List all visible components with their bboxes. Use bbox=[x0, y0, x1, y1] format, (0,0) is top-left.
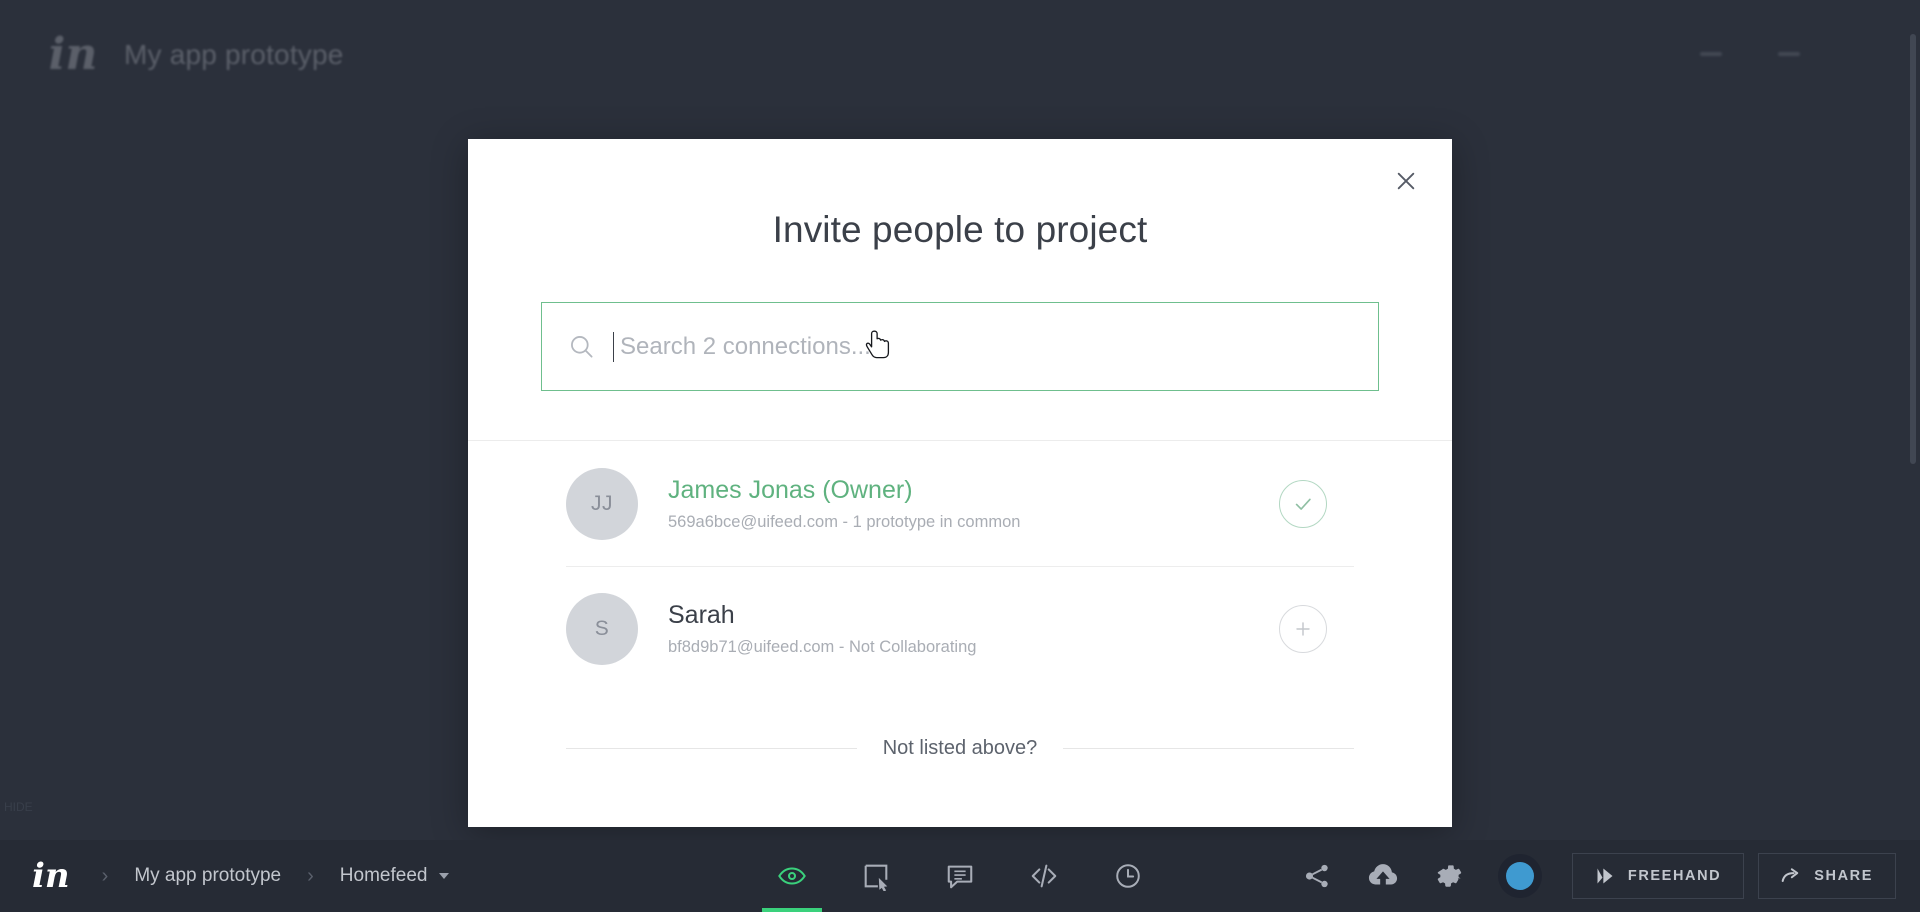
share-button[interactable]: SHARE bbox=[1758, 853, 1896, 899]
list-item[interactable]: JJ James Jonas (Owner) 569a6bce@uifeed.c… bbox=[566, 441, 1354, 566]
avatar: JJ bbox=[566, 467, 638, 540]
background-project-title: My app prototype bbox=[124, 39, 344, 70]
background-logo-icon: in bbox=[48, 29, 98, 80]
connections-list: JJ James Jonas (Owner) 569a6bce@uifeed.c… bbox=[468, 441, 1452, 691]
hotspot-icon[interactable] bbox=[834, 840, 918, 912]
invite-people-modal: Invite people to project JJ James Jonas … bbox=[468, 139, 1452, 827]
invision-logo-icon[interactable]: in bbox=[26, 859, 76, 893]
user-avatar[interactable] bbox=[1497, 854, 1542, 898]
breadcrumb-item-project[interactable]: My app prototype bbox=[134, 865, 281, 887]
background-action-placeholder bbox=[1700, 52, 1722, 56]
avatar: S bbox=[566, 592, 638, 665]
breadcrumb-item-screen[interactable]: Homefeed bbox=[340, 865, 450, 887]
breadcrumb-screen-label: Homefeed bbox=[339, 865, 428, 886]
settings-gear-icon[interactable] bbox=[1416, 840, 1482, 912]
person-info: Sarah bf8d9b71@uifeed.com - Not Collabor… bbox=[668, 600, 1279, 657]
app-root: in My app prototype HIDE Invite people t… bbox=[0, 0, 1920, 912]
modal-title: Invite people to project bbox=[772, 209, 1148, 250]
background-header: in My app prototype bbox=[0, 0, 1920, 110]
person-info: James Jonas (Owner) 569a6bce@uifeed.com … bbox=[668, 475, 1279, 532]
comment-icon[interactable] bbox=[918, 840, 1002, 912]
background-header-actions bbox=[1700, 52, 1800, 56]
breadcrumb-separator-icon: › bbox=[101, 864, 109, 887]
toolbar-center-tools bbox=[750, 840, 1170, 912]
search-field-wrapper[interactable] bbox=[541, 302, 1379, 391]
toolbar-right: FREEHAND SHARE bbox=[1284, 840, 1920, 912]
freehand-icon bbox=[1597, 868, 1613, 884]
divider-left bbox=[566, 748, 857, 749]
person-name: Sarah bbox=[668, 600, 735, 629]
text-cursor bbox=[613, 331, 614, 362]
breadcrumb-separator-icon: › bbox=[307, 864, 314, 887]
row-separator bbox=[566, 566, 1354, 567]
freehand-button-label: FREEHAND bbox=[1627, 868, 1722, 884]
person-name: James Jonas (Owner) bbox=[668, 475, 913, 504]
history-clock-icon[interactable] bbox=[1086, 840, 1170, 912]
close-icon[interactable] bbox=[1386, 161, 1426, 201]
cloud-upload-icon[interactable] bbox=[1350, 840, 1416, 912]
search-icon bbox=[568, 333, 595, 360]
breadcrumb-project-label: My app prototype bbox=[134, 865, 282, 886]
person-subtitle: bf8d9b71@uifeed.com - Not Collaborating bbox=[668, 638, 977, 657]
preview-eye-icon[interactable] bbox=[750, 840, 834, 912]
check-circle-icon[interactable] bbox=[1279, 479, 1327, 528]
chevron-down-icon[interactable] bbox=[439, 873, 450, 879]
avatar-dot-inner bbox=[1505, 862, 1534, 890]
background-faint-label: HIDE bbox=[4, 800, 33, 814]
divider-right bbox=[1063, 748, 1355, 749]
search-input[interactable] bbox=[620, 332, 1352, 361]
share-nodes-icon[interactable] bbox=[1284, 840, 1350, 912]
page-scrollbar[interactable] bbox=[1910, 34, 1916, 464]
background-action-placeholder bbox=[1778, 52, 1800, 56]
not-listed-section: Not listed above? bbox=[468, 737, 1452, 760]
freehand-button[interactable]: FREEHAND bbox=[1571, 853, 1745, 899]
plus-circle-icon[interactable] bbox=[1279, 604, 1327, 653]
share-button-label: SHARE bbox=[1814, 868, 1873, 884]
list-item[interactable]: S Sarah bf8d9b71@uifeed.com - Not Collab… bbox=[566, 566, 1354, 691]
person-subtitle: 569a6bce@uifeed.com - 1 prototype in com… bbox=[668, 513, 1021, 532]
inspect-code-icon[interactable] bbox=[1002, 840, 1086, 912]
bottom-toolbar: in › My app prototype › Homefeed FREEHAN… bbox=[0, 840, 1920, 912]
share-arrow-icon bbox=[1781, 868, 1799, 882]
toolbar-left: in › My app prototype › Homefeed bbox=[0, 859, 450, 893]
not-listed-label[interactable]: Not listed above? bbox=[883, 737, 1038, 760]
